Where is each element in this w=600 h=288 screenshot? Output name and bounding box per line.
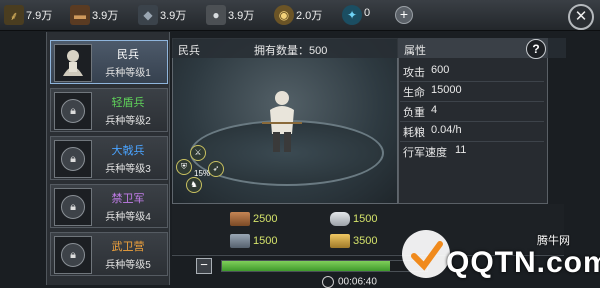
attribute-row: 负重 4 — [403, 104, 543, 122]
skill-bow-icon[interactable]: ➶ — [208, 161, 224, 177]
cost-wheat: 3500 — [330, 232, 377, 250]
recruit-timer: 00:06:40 — [322, 276, 377, 288]
unit-level: 兵种等级2 — [105, 116, 151, 127]
unit-name: 武卫营 — [111, 241, 145, 253]
skill-shield-icon[interactable]: ⛨ — [176, 159, 192, 175]
unit-level: 兵种等级3 — [105, 164, 151, 175]
unit-list-item[interactable]: 🔒︎ 大戟兵 兵种等级3 — [50, 136, 168, 180]
unit-portrait: 🔒︎ — [54, 236, 92, 274]
unit-name: 禁卫军 — [111, 193, 145, 205]
unit-list-item[interactable]: 🔒︎ 禁卫军 兵种等级4 — [50, 184, 168, 228]
divider — [400, 121, 544, 122]
attribute-value: 15000 — [431, 84, 462, 96]
unit-level: 兵种等级4 — [105, 212, 151, 223]
cost-value: 1500 — [353, 213, 378, 225]
resource-iron[interactable]: ◆ 3.9万 — [138, 5, 204, 26]
resource-wood[interactable]: ▬ 3.9万 — [70, 5, 136, 26]
resource-value: 3.9万 — [92, 10, 119, 22]
lock-icon: 🔒︎ — [61, 195, 85, 219]
attribute-key: 耗粮 — [403, 127, 425, 139]
attribute-value: 11 — [455, 144, 467, 156]
resource-wheat[interactable]: ⸙ 7.9万 — [4, 5, 70, 26]
cost-wood: 2500 — [230, 210, 277, 228]
resource-stone[interactable]: ● 3.9万 — [206, 5, 272, 26]
quantity-slider-fill — [222, 261, 391, 271]
cost-value: 3500 — [353, 235, 378, 247]
timer-value: 00:06:40 — [338, 276, 377, 288]
lock-icon: 🔒︎ — [61, 99, 85, 123]
unit-name: 大戟兵 — [111, 145, 145, 157]
unit-name: 民兵 — [117, 49, 139, 61]
attribute-key: 负重 — [403, 107, 425, 119]
cost-stone: 1500 — [330, 210, 377, 228]
cost-iron: 1500 — [230, 232, 277, 250]
resource-value: 7.9万 — [26, 10, 53, 22]
gem-icon: ✦ — [342, 5, 362, 25]
attribute-row: 生命 15000 — [403, 84, 543, 102]
attribute-row: 攻击 600 — [403, 64, 543, 82]
clock-icon — [322, 276, 334, 288]
resource-coin[interactable]: ◉ 2.0万 — [274, 5, 340, 26]
unit-list-item[interactable]: 民兵 兵种等级1 — [50, 40, 168, 84]
resource-bar: ⸙ 7.9万 ▬ 3.9万 ◆ 3.9万 ● 3.9万 ◉ 2.0万 ✦ 0 +… — [0, 0, 600, 31]
stone-icon — [330, 212, 350, 226]
quantity-slider[interactable] — [221, 260, 428, 272]
unit-name: 轻盾兵 — [111, 97, 145, 109]
skill-percent: 15% — [194, 169, 211, 178]
unit-portrait: 🔒︎ — [54, 140, 92, 178]
militia-model — [262, 91, 302, 152]
attribute-title: 属性 — [404, 45, 426, 57]
iron-ingot-icon: ◆ — [138, 5, 158, 25]
cost-value: 2500 — [253, 213, 278, 225]
watermark-small-text: 腾牛网 — [537, 235, 570, 247]
preview-unit-name: 民兵 — [178, 45, 200, 57]
unit-list-item[interactable]: 🔒︎ 轻盾兵 兵种等级2 — [50, 88, 168, 132]
close-button[interactable]: ✕ — [568, 4, 594, 30]
cost-value: 1500 — [253, 235, 278, 247]
divider — [400, 141, 544, 142]
unit-level: 兵种等级1 — [105, 68, 151, 79]
unit-portrait: 🔒︎ — [54, 188, 92, 226]
wood-log-icon — [230, 212, 250, 226]
watermark-text: QQTN.com — [446, 246, 600, 279]
resource-value: 3.9万 — [160, 10, 187, 22]
unit-level: 兵种等级5 — [105, 260, 151, 271]
resource-value: 0 — [364, 7, 371, 19]
attribute-value: 0.04/h — [431, 124, 462, 136]
wheat-icon — [330, 234, 350, 248]
add-gems-button[interactable]: + — [395, 6, 413, 24]
skill-sword-icon[interactable]: ⚔ — [190, 145, 206, 161]
divider — [400, 81, 544, 82]
skill-wheel[interactable]: ⚔ ⛨ ➶ ♞ 15% — [176, 145, 230, 195]
attribute-value: 4 — [431, 104, 438, 116]
decrease-button[interactable]: − — [196, 258, 212, 274]
owned-count: 拥有数量：500 — [254, 45, 328, 57]
unit-portrait: 🔒︎ — [54, 92, 92, 130]
attribute-key: 生命 — [403, 87, 425, 99]
resource-value: 2.0万 — [296, 10, 323, 22]
iron-ingot-icon — [230, 234, 250, 248]
resource-value: 3.9万 — [228, 10, 255, 22]
wood-log-icon: ▬ — [70, 5, 90, 25]
skill-horse-icon[interactable]: ♞ — [186, 177, 202, 193]
attribute-row: 耗粮 0.04/h — [403, 124, 543, 142]
lock-icon: 🔒︎ — [61, 147, 85, 171]
stone-icon: ● — [206, 5, 226, 25]
attribute-value: 600 — [431, 64, 450, 76]
coin-icon: ◉ — [274, 5, 294, 25]
unit-portrait — [54, 44, 92, 82]
lock-icon: 🔒︎ — [61, 243, 85, 267]
unit-list-item[interactable]: 🔒︎ 武卫营 兵种等级5 — [50, 232, 168, 276]
attribute-key: 行军速度 — [403, 147, 447, 159]
attribute-row: 行军速度 11 — [403, 144, 543, 162]
militia-portrait-icon — [63, 50, 83, 76]
wheat-icon: ⸙ — [4, 5, 24, 25]
divider — [400, 101, 544, 102]
help-button[interactable]: ? — [526, 39, 546, 59]
resource-gem[interactable]: ✦ 0 — [342, 5, 404, 26]
attribute-key: 攻击 — [403, 67, 425, 79]
